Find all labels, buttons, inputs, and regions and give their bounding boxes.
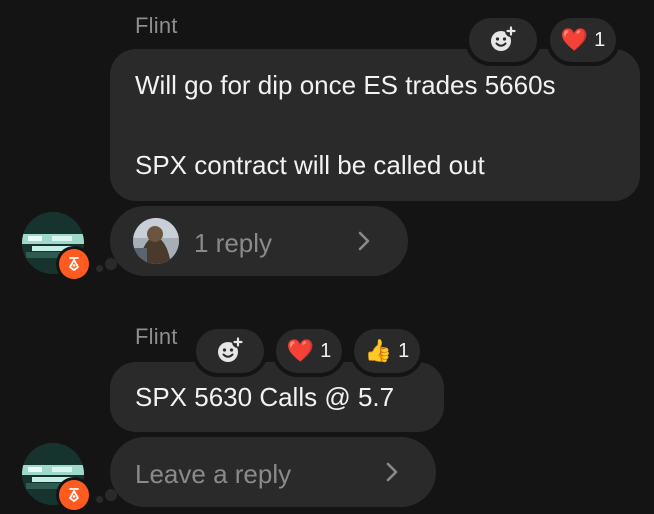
add-reaction-button[interactable] bbox=[469, 18, 537, 62]
add-reaction-button[interactable] bbox=[196, 329, 264, 373]
message-text-line: SPX contract will be called out bbox=[135, 150, 485, 180]
reaction-heart[interactable]: ❤️ 1 bbox=[550, 18, 616, 62]
heart-icon: ❤️ bbox=[560, 27, 589, 52]
leave-reply-button[interactable]: Leave a reply bbox=[110, 437, 436, 507]
chevron-right-icon bbox=[358, 231, 370, 251]
thread-connector-dot bbox=[96, 496, 103, 503]
thumbs-up-icon: 👍 bbox=[364, 338, 393, 363]
thread-reply-button[interactable]: 1 reply bbox=[110, 206, 408, 276]
add-reaction-icon bbox=[218, 336, 244, 362]
message-author: Flint bbox=[135, 324, 178, 349]
reaction-count: 1 bbox=[320, 339, 332, 362]
chevron-right-icon bbox=[386, 462, 398, 482]
heart-icon: ❤️ bbox=[286, 338, 315, 363]
reaction-thumbs-up[interactable]: 👍 1 bbox=[354, 329, 420, 373]
thread-connector-dot bbox=[96, 265, 103, 272]
message-author: Flint bbox=[135, 13, 178, 38]
message-bubble[interactable]: Will go for dip once ES trades 5660s SPX… bbox=[110, 49, 640, 201]
reaction-heart[interactable]: ❤️ 1 bbox=[276, 329, 342, 373]
thread-reply-label: 1 reply bbox=[194, 228, 273, 258]
replier-avatar bbox=[133, 218, 179, 264]
add-reaction-icon bbox=[491, 25, 517, 51]
leave-reply-label: Leave a reply bbox=[135, 459, 292, 489]
reaction-count: 1 bbox=[594, 28, 606, 51]
pen-badge-icon bbox=[59, 480, 89, 510]
pen-badge-icon bbox=[59, 249, 89, 279]
message-text-line: Will go for dip once ES trades 5660s bbox=[135, 70, 556, 100]
message-text-line: SPX 5630 Calls @ 5.7 bbox=[135, 382, 395, 412]
reaction-count: 1 bbox=[398, 339, 410, 362]
